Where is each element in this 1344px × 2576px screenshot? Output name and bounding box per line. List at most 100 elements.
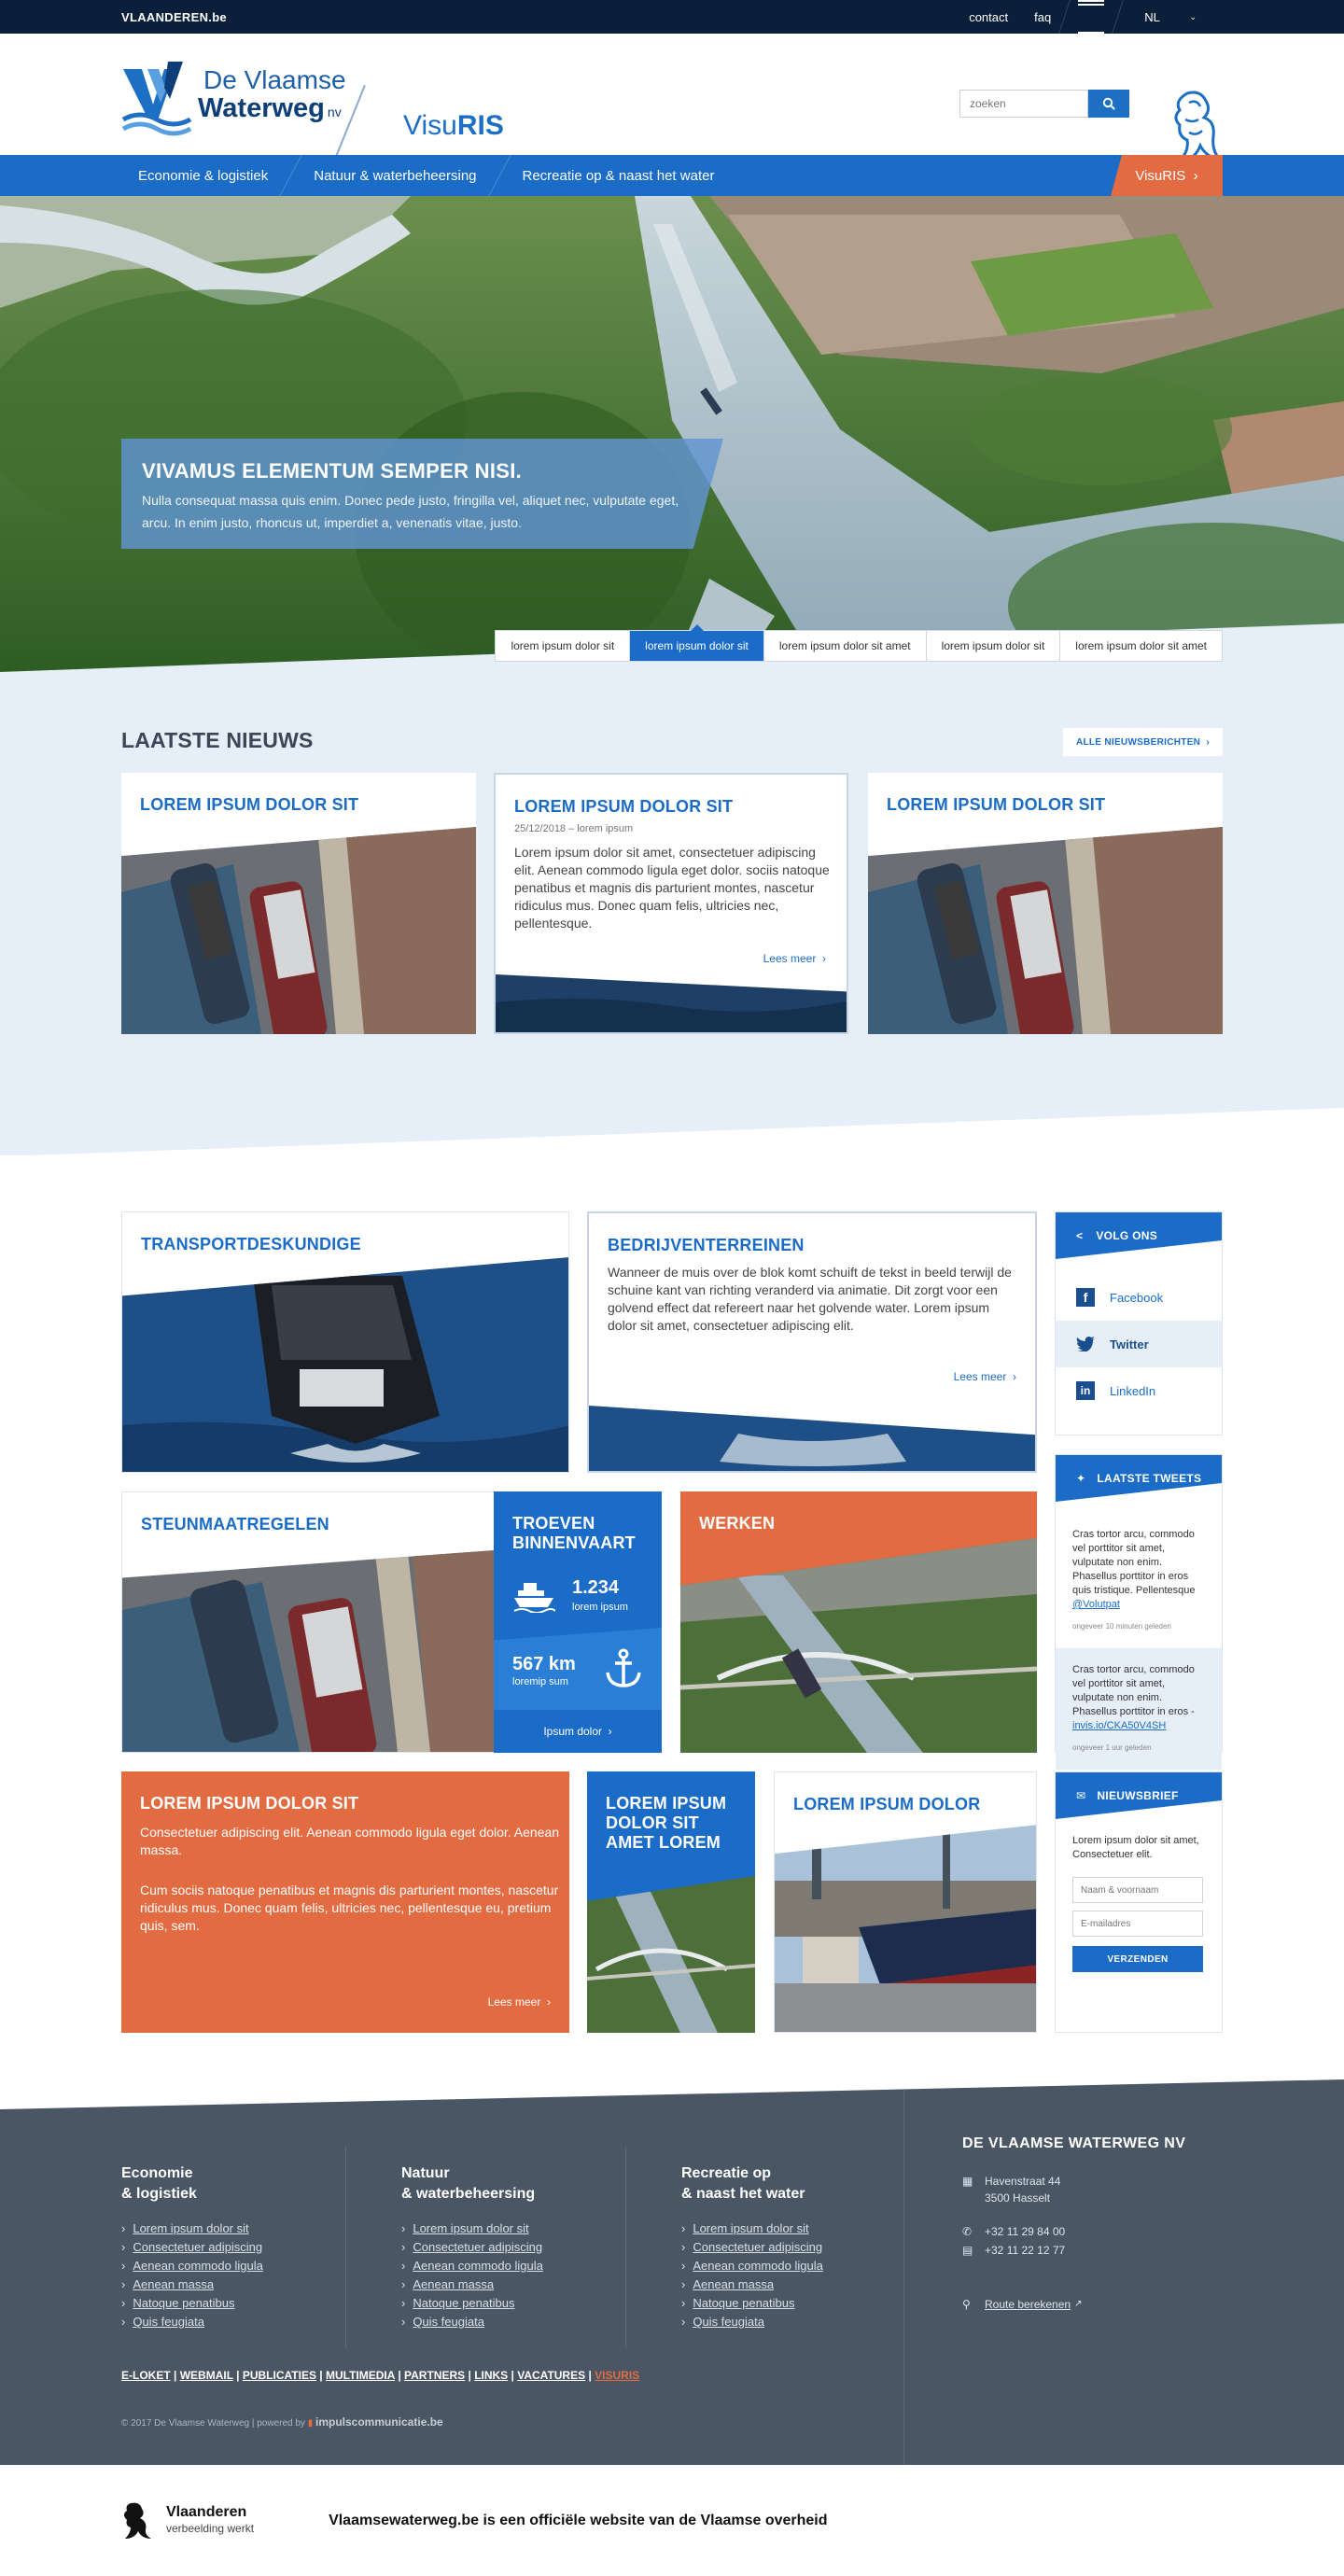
top-bar: VLAANDEREN.be contact faq NL ⌄ (0, 0, 1344, 34)
footer-quick-link[interactable]: PUBLICATIES (243, 2369, 316, 2382)
language-select[interactable]: NL ⌄ (1118, 0, 1223, 34)
slide-tab[interactable]: lorem ipsum dolor sit (927, 631, 1061, 661)
vlaanderen-logo[interactable]: Vlaanderen verbeelding werkt (121, 2501, 254, 2541)
footer-quick-link[interactable]: LINKS (474, 2369, 508, 2382)
name-field[interactable] (1072, 1877, 1203, 1903)
nav-item-recreatie[interactable]: Recreatie op & naast het water (500, 155, 737, 196)
tile-lorem-ipsum-dolor[interactable]: LOREM IPSUM DOLOR (774, 1771, 1037, 2033)
hamburger-icon (1078, 0, 1105, 34)
search-button[interactable] (1088, 90, 1129, 118)
tile-transportdeskundige[interactable]: TRANSPORTDESKUNDIGE (121, 1211, 569, 1473)
ipsum-dolor-link[interactable]: Ipsum dolor › (494, 1710, 662, 1753)
submit-button[interactable]: VERZENDEN (1072, 1946, 1203, 1972)
slide-tab-active[interactable]: lorem ipsum dolor sit (630, 624, 764, 661)
footer-link[interactable]: Aenean massa (121, 2275, 345, 2294)
impuls-logo-icon: ▮ (307, 2418, 314, 2429)
footer-link[interactable]: Quis feugiata (401, 2313, 625, 2331)
email-field[interactable] (1072, 1911, 1203, 1937)
footer-link[interactable]: Quis feugiata (681, 2313, 905, 2331)
all-news-link[interactable]: ALLE NIEUWSBERICHTEN › (1062, 728, 1223, 756)
tile-text: Wanneer de muis over de blok komt schuif… (608, 1265, 1012, 1333)
footer-column: Natuur & waterbeheersing Lorem ipsum dolo… (401, 2163, 625, 2331)
footer-quick-link[interactable]: MULTIMEDIA (326, 2369, 395, 2382)
nav-label: Natuur & waterbeheersing (314, 167, 477, 184)
news-wedge (0, 1108, 1344, 1156)
twitter-link[interactable]: Twitter (1056, 1321, 1222, 1367)
footer-link[interactable]: Consectetuer adipiscing (681, 2238, 905, 2257)
follow-us-title: VOLG ONS (1096, 1229, 1158, 1242)
fax-number: +32 11 22 12 77 (985, 2244, 1066, 2257)
stat-label: loremip sum (512, 1676, 568, 1687)
tweet-link[interactable]: invis.io/CKA50V4SH (1072, 1720, 1166, 1731)
footer-link[interactable]: Aenean commodo ligula (121, 2257, 345, 2275)
footer-link[interactable]: Aenean massa (681, 2275, 905, 2294)
tile-title: TRANSPORTDESKUNDIGE (141, 1235, 361, 1253)
footer-quick-link[interactable]: E-LOKET (121, 2369, 171, 2382)
slide-tab[interactable]: lorem ipsum dolor sit amet (1060, 631, 1222, 661)
facebook-link[interactable]: f Facebook (1056, 1274, 1222, 1321)
tweet-link[interactable]: @Volutpat (1072, 1599, 1120, 1610)
nav-label: Recreatie op & naast het water (522, 167, 715, 184)
news-card[interactable]: LOREM IPSUM DOLOR SIT (121, 773, 476, 1034)
tile-lorem-ipsum-dolor-sit[interactable]: LOREM IPSUM DOLOR SIT Consectetuer adipi… (121, 1771, 569, 2033)
route-link[interactable]: ⚲ Route berekenen ↗ (962, 2296, 1344, 2313)
agency-link[interactable]: impulscommunicatie.be (315, 2415, 443, 2429)
linkedin-link[interactable]: in LinkedIn (1056, 1367, 1222, 1414)
footer-link[interactable]: Natoque penatibus (681, 2294, 905, 2313)
tile-title: WERKEN (699, 1514, 776, 1533)
news-card[interactable]: LOREM IPSUM DOLOR SIT (868, 773, 1223, 1034)
footer-link[interactable]: Aenean massa (401, 2275, 625, 2294)
footer-title-line: Economie (121, 2165, 193, 2181)
footer-link[interactable]: Aenean commodo ligula (401, 2257, 625, 2275)
footer-title-line: & waterbeheersing (401, 2186, 536, 2202)
chevron-right-icon: › (1193, 167, 1198, 184)
linkedin-icon: in (1076, 1381, 1095, 1400)
read-more-link[interactable]: Lees meer › (488, 1995, 551, 2009)
footer-link[interactable]: Quis feugiata (121, 2313, 345, 2331)
tweets-title: LAATSTE TWEETS (1097, 1472, 1202, 1485)
slide-tab[interactable]: lorem ipsum dolor sit (496, 631, 631, 661)
copyright: © 2017 De Vlaamse Waterweg | powered by … (121, 2415, 443, 2429)
footer-quick-link[interactable]: PARTNERS (404, 2369, 465, 2382)
address: ▦ Havenstraat 44 3500 Hasselt (962, 2173, 1344, 2206)
tile-lorem-ipsum-amet[interactable]: LOREM IPSUM DOLOR SIT AMET LOREM (587, 1771, 755, 2033)
tile-title: TROEVEN BINNENVAART (512, 1514, 636, 1552)
news-card-expanded[interactable]: LOREM IPSUM DOLOR SIT 25/12/2018 – lorem… (494, 773, 848, 1034)
logo-de-vlaamse-waterweg[interactable]: De Vlaamse Waterweg nv (121, 54, 355, 166)
follow-us-header: < VOLG ONS (1056, 1212, 1222, 1259)
footer-quick-link[interactable]: VACATURES (517, 2369, 585, 2382)
nav-item-natuur[interactable]: Natuur & waterbeheersing (291, 155, 498, 196)
phone-number[interactable]: +32 11 29 84 00 (985, 2223, 1065, 2240)
read-more-link[interactable]: Lees meer › (763, 952, 826, 965)
footer-quick-link[interactable]: WEBMAIL (180, 2369, 233, 2382)
tile-troeven-binnenvaart[interactable]: TROEVEN BINNENVAART 1.234 lorem ipsum 56… (494, 1491, 662, 1753)
slide-tab[interactable]: lorem ipsum dolor sit amet (764, 631, 927, 661)
water-image (496, 974, 848, 1032)
faq-link[interactable]: faq (1021, 0, 1064, 34)
news-section: LAATSTE NIEUWS ALLE NIEUWSBERICHTEN › LO… (0, 672, 1344, 1156)
footer-link[interactable]: Aenean commodo ligula (681, 2257, 905, 2275)
newsletter-header: ✉ NIEUWSBRIEF (1056, 1772, 1222, 1819)
phone-icon: ✆ (962, 2225, 973, 2238)
tile-bedrijventerreinen[interactable]: BEDRIJVENTERREINEN Wanneer de muis over … (587, 1211, 1037, 1473)
vlaanderen-link[interactable]: VLAANDEREN.be (121, 10, 227, 24)
news-card-text: Lorem ipsum dolor sit amet, consectetuer… (514, 845, 830, 931)
contact-link[interactable]: contact (956, 0, 1021, 34)
footer-link[interactable]: Lorem ipsum dolor sit (121, 2219, 345, 2238)
footer-quick-link[interactable]: VISURIS (595, 2369, 639, 2382)
search-input[interactable] (959, 90, 1088, 118)
nav-item-economie[interactable]: Economie & logistiek (121, 155, 290, 196)
footer-link[interactable]: Natoque penatibus (401, 2294, 625, 2313)
logo-text-line2: Waterweg nv (198, 93, 342, 124)
read-more-link[interactable]: Lees meer › (954, 1370, 1016, 1383)
footer-link[interactable]: Consectetuer adipiscing (121, 2238, 345, 2257)
footer-link[interactable]: Consectetuer adipiscing (401, 2238, 625, 2257)
tile-werken[interactable]: WERKEN (680, 1491, 1037, 1753)
app-name: VisuRIS (403, 110, 504, 142)
menu-button[interactable] (1065, 0, 1117, 34)
footer-link[interactable]: Natoque penatibus (121, 2294, 345, 2313)
all-news-label: ALLE NIEUWSBERICHTEN (1075, 736, 1201, 748)
footer-link[interactable]: Lorem ipsum dolor sit (681, 2219, 905, 2238)
footer-link[interactable]: Lorem ipsum dolor sit (401, 2219, 625, 2238)
visuris-nav-button[interactable]: VisuRIS › (1111, 155, 1223, 196)
